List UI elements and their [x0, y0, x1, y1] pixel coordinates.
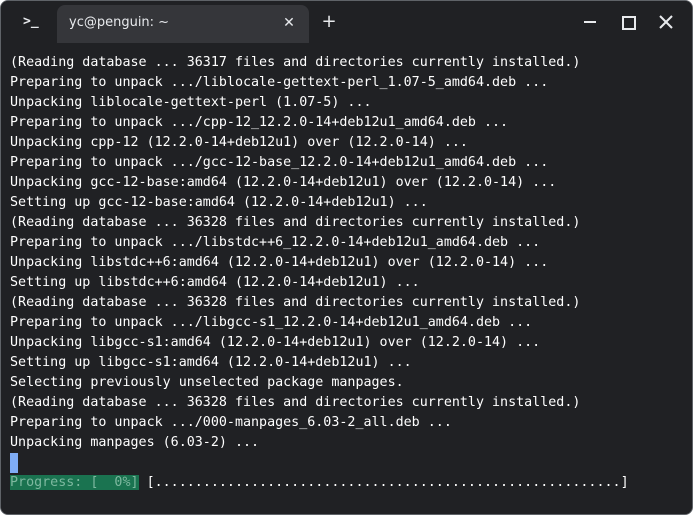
terminal-line: Unpacking libstdc++6:amd64 (12.2.0-14+de… — [10, 255, 549, 270]
terminal-line: (Reading database ... 36317 files and di… — [10, 55, 581, 70]
terminal-icon[interactable]: >_ — [23, 12, 45, 32]
close-icon — [659, 15, 673, 29]
terminal-line: (Reading database ... 36328 files and di… — [10, 295, 581, 310]
terminal-line: Setting up libstdc++6:amd64 (12.2.0-14+d… — [10, 275, 420, 290]
progress-line: Progress: [ 0%] [.......................… — [10, 473, 692, 493]
cursor-line — [10, 453, 692, 473]
terminal-line: Unpacking liblocale-gettext-perl (1.07-5… — [10, 95, 372, 110]
title-bar: >_ yc@penguin: ~ ✕ + — [1, 1, 692, 43]
progress-label: Progress: [ 0%] — [10, 475, 139, 490]
terminal-line: Unpacking cpp-12 (12.2.0-14+deb12u1) ove… — [10, 135, 468, 150]
terminal-window: >_ yc@penguin: ~ ✕ + (Reading database .… — [0, 0, 693, 515]
close-icon[interactable]: ✕ — [281, 14, 297, 32]
close-window-button[interactable] — [654, 10, 678, 34]
terminal-line: (Reading database ... 36328 files and di… — [10, 215, 581, 230]
terminal-line: Preparing to unpack .../000-manpages_6.0… — [10, 415, 452, 430]
progress-bar: [.......................................… — [138, 475, 629, 490]
text-cursor — [10, 453, 18, 473]
terminal-line: Preparing to unpack .../gcc-12-base_12.2… — [10, 155, 549, 170]
terminal-line: Unpacking libgcc-s1:amd64 (12.2.0-14+deb… — [10, 335, 541, 350]
terminal-line: Preparing to unpack .../cpp-12_12.2.0-14… — [10, 115, 509, 130]
terminal-line: Setting up libgcc-s1:amd64 (12.2.0-14+de… — [10, 355, 412, 370]
terminal-line: Selecting previously unselected package … — [10, 375, 404, 390]
terminal-line: (Reading database ... 36328 files and di… — [10, 395, 581, 410]
terminal-line: Preparing to unpack .../libgcc-s1_12.2.0… — [10, 315, 533, 330]
terminal-line: Preparing to unpack .../liblocale-gettex… — [10, 75, 549, 90]
maximize-icon — [622, 16, 636, 30]
tab-terminal[interactable]: yc@penguin: ~ ✕ — [57, 5, 309, 43]
minimize-button[interactable] — [578, 10, 602, 34]
tab-title: yc@penguin: ~ — [69, 15, 170, 30]
maximize-button[interactable] — [616, 10, 640, 34]
minimize-icon — [584, 21, 596, 23]
terminal-line: Unpacking manpages (6.03-2) ... — [10, 435, 260, 450]
terminal-line: Preparing to unpack .../libstdc++6_12.2.… — [10, 235, 541, 250]
terminal-line: Unpacking gcc-12-base:amd64 (12.2.0-14+d… — [10, 175, 557, 190]
new-tab-button[interactable]: + — [319, 12, 339, 32]
terminal-line: Setting up gcc-12-base:amd64 (12.2.0-14+… — [10, 195, 428, 210]
terminal-output[interactable]: (Reading database ... 36317 files and di… — [1, 43, 692, 514]
